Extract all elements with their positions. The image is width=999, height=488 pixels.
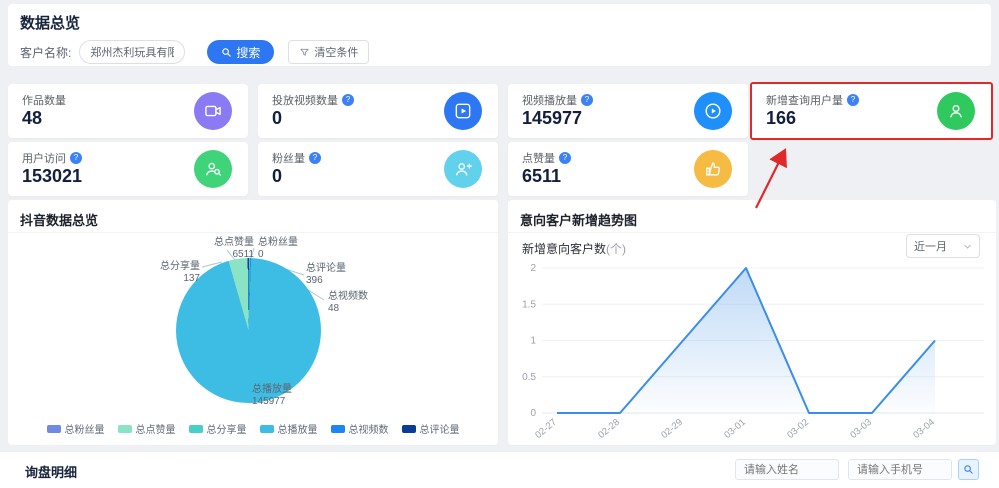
customer-name-input[interactable] — [79, 40, 185, 64]
pie-callout-videos: 总视频数48 — [328, 291, 368, 315]
user-search-icon — [194, 150, 232, 188]
info-icon[interactable]: ? — [559, 152, 571, 164]
pie-callout-shares: 总分享量137 — [130, 261, 200, 285]
divider — [8, 232, 498, 233]
stat-card-user-visits: 用户访问? 153021 — [8, 142, 248, 196]
play-circle-icon — [694, 92, 732, 130]
thumb-up-icon — [694, 150, 732, 188]
chevron-down-icon — [963, 242, 972, 251]
stat-label: 粉丝量 — [272, 150, 305, 166]
stat-value: 48 — [22, 108, 42, 129]
stat-value: 166 — [766, 108, 796, 129]
stat-value: 0 — [272, 166, 282, 187]
stat-label: 点赞量 — [522, 150, 555, 166]
search-icon — [963, 464, 974, 475]
stat-card-likes: 点赞量? 6511 — [508, 142, 748, 196]
name-search-input[interactable] — [735, 459, 839, 480]
legend-swatch — [189, 425, 203, 433]
trend-panel: 意向客户新增趋势图 新增意向客户数(个) 近一月 00.511.5202-270… — [508, 200, 996, 445]
stat-value: 153021 — [22, 166, 82, 187]
legend-swatch — [331, 425, 345, 433]
date-range-select[interactable]: 近一月 — [906, 234, 980, 258]
svg-text:2: 2 — [530, 263, 536, 274]
stat-card-fans: 粉丝量? 0 — [258, 142, 498, 196]
stat-label: 视频播放量 — [522, 92, 577, 108]
legend-item-likes[interactable]: 总点赞量 — [118, 421, 176, 436]
stat-card-placed-videos: 投放视频数量? 0 — [258, 84, 498, 138]
legend-item-fans[interactable]: 总粉丝量 — [47, 421, 105, 436]
phone-search-input[interactable] — [848, 459, 952, 480]
pie-callout-likes: 总点赞量6511 — [188, 237, 254, 261]
legend-swatch — [260, 425, 274, 433]
inquiry-detail-title: 询盘明细 — [25, 462, 77, 481]
legend-swatch — [118, 425, 132, 433]
page-title: 数据总览 — [20, 12, 80, 33]
svg-text:03-04: 03-04 — [911, 417, 937, 441]
user-plus-icon — [444, 150, 482, 188]
legend-item-plays[interactable]: 总播放量 — [260, 421, 318, 436]
svg-text:0.5: 0.5 — [522, 372, 536, 383]
svg-text:02-28: 02-28 — [596, 417, 622, 441]
info-icon[interactable]: ? — [70, 152, 82, 164]
filter-icon — [299, 47, 310, 58]
stat-value: 145977 — [522, 108, 582, 129]
stat-value: 0 — [272, 108, 282, 129]
trend-subtitle: 新增意向客户数(个) — [522, 240, 626, 257]
video-icon — [194, 92, 232, 130]
legend-item-comments[interactable]: 总评论量 — [402, 421, 460, 436]
search-button[interactable]: 搜索 — [207, 40, 274, 64]
stat-label: 投放视频数量 — [272, 92, 338, 108]
info-icon[interactable]: ? — [581, 94, 593, 106]
reset-filters-button[interactable]: 清空条件 — [288, 40, 369, 64]
svg-text:03-01: 03-01 — [722, 417, 748, 441]
douyin-panel-title: 抖音数据总览 — [20, 210, 98, 229]
header-panel: 数据总览 客户名称: 搜索 清空条件 — [8, 4, 991, 66]
trend-panel-title: 意向客户新增趋势图 — [520, 210, 637, 229]
trend-line-chart[interactable]: 0 0.5 1 1.5 2 02-27 02-28 02-29 03-01 03-02 03-03 0… — [508, 260, 996, 445]
search-toolbar: 客户名称: 搜索 清空条件 — [20, 40, 369, 64]
inquiry-detail-bar: 询盘明细 — [0, 452, 999, 488]
divider — [508, 232, 996, 233]
play-square-icon — [444, 92, 482, 130]
svg-text:02-29: 02-29 — [659, 417, 685, 441]
pie-callout-plays: 总播放量145977 — [252, 384, 292, 408]
stat-label: 作品数量 — [22, 92, 66, 108]
svg-text:02-27: 02-27 — [533, 417, 559, 441]
stat-card-video-plays: 视频播放量? 145977 — [508, 84, 748, 138]
legend-swatch — [47, 425, 61, 433]
svg-text:1: 1 — [530, 336, 536, 347]
info-icon[interactable]: ? — [847, 94, 859, 106]
stat-label: 新增查询用户量 — [766, 92, 843, 108]
customer-name-label: 客户名称: — [20, 44, 71, 61]
inquiry-search-button[interactable] — [958, 459, 979, 480]
search-icon — [221, 47, 232, 58]
date-range-value: 近一月 — [914, 238, 947, 254]
svg-text:03-02: 03-02 — [785, 417, 811, 441]
reset-button-label: 清空条件 — [314, 44, 358, 60]
svg-text:1.5: 1.5 — [522, 299, 536, 310]
douyin-overview-panel: 抖音数据总览 总点赞量6511 总粉丝量0 总评论量396 总视频数48 总分享… — [8, 200, 498, 445]
pie-legend: 总粉丝量 总点赞量 总分享量 总播放量 总视频数 总评论量 — [8, 421, 498, 436]
stat-card-works: 作品数量? 48 — [8, 84, 248, 138]
pie-callout-fans: 总粉丝量0 — [258, 237, 298, 261]
svg-text:03-03: 03-03 — [848, 417, 874, 441]
svg-text:0: 0 — [530, 408, 536, 419]
pie-callout-comments: 总评论量396 — [306, 263, 346, 287]
info-icon[interactable]: ? — [342, 94, 354, 106]
stat-card-new-query-users: 新增查询用户量? 166 — [750, 82, 993, 140]
legend-item-shares[interactable]: 总分享量 — [189, 421, 247, 436]
info-icon[interactable]: ? — [309, 152, 321, 164]
legend-item-videos[interactable]: 总视频数 — [331, 421, 389, 436]
legend-swatch — [402, 425, 416, 433]
stat-value: 6511 — [522, 166, 561, 187]
search-button-label: 搜索 — [236, 44, 260, 61]
user-icon — [937, 92, 975, 130]
stat-label: 用户访问 — [22, 150, 66, 166]
